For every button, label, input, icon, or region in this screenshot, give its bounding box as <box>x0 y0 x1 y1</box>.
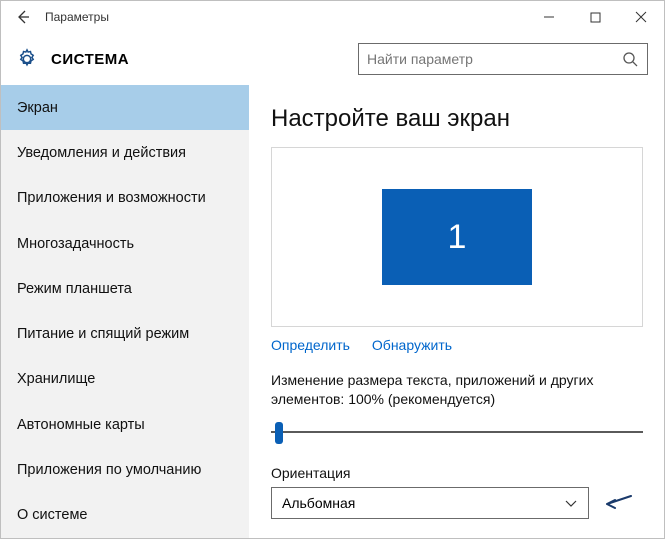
maximize-icon <box>590 12 601 23</box>
text-size-label: Изменение размера текста, приложений и д… <box>271 371 642 409</box>
sidebar-item-power-sleep[interactable]: Питание и спящий режим <box>1 311 249 356</box>
identify-link[interactable]: Определить <box>271 337 350 353</box>
sidebar-item-label: Экран <box>17 100 58 116</box>
search-input[interactable] <box>367 51 621 67</box>
close-button[interactable] <box>618 1 664 33</box>
sidebar-item-label: Уведомления и действия <box>17 145 186 161</box>
close-icon <box>635 11 647 23</box>
orientation-label: Ориентация <box>271 465 642 481</box>
sidebar-item-label: О системе <box>17 507 87 523</box>
back-button[interactable] <box>1 1 45 33</box>
title-bar: Параметры <box>1 1 664 33</box>
annotation-arrow-icon <box>601 492 633 514</box>
search-icon <box>621 50 639 68</box>
orientation-select[interactable]: Альбомная <box>271 487 589 519</box>
body: Экран Уведомления и действия Приложения … <box>1 85 664 538</box>
maximize-button[interactable] <box>572 1 618 33</box>
window-title: Параметры <box>45 10 526 24</box>
monitor-number: 1 <box>448 218 467 257</box>
settings-window: Параметры СИСТЕМА Экран Уведомления и де… <box>0 0 665 539</box>
text-size-slider[interactable] <box>271 421 643 445</box>
display-preview: 1 <box>271 147 643 327</box>
sidebar-item-offline-maps[interactable]: Автономные карты <box>1 402 249 447</box>
slider-thumb[interactable] <box>275 422 283 444</box>
sidebar-item-display[interactable]: Экран <box>1 85 249 130</box>
minimize-button[interactable] <box>526 1 572 33</box>
sidebar-item-apps-features[interactable]: Приложения и возможности <box>1 176 249 221</box>
back-arrow-icon <box>15 9 31 25</box>
monitor-tile[interactable]: 1 <box>382 189 532 285</box>
sidebar-item-about[interactable]: О системе <box>1 493 249 538</box>
header-bar: СИСТЕМА <box>1 33 664 85</box>
sidebar-item-label: Питание и спящий режим <box>17 326 189 342</box>
sidebar-item-multitasking[interactable]: Многозадачность <box>1 221 249 266</box>
orientation-value: Альбомная <box>282 495 564 511</box>
sidebar-item-label: Автономные карты <box>17 417 145 433</box>
sidebar-item-default-apps[interactable]: Приложения по умолчанию <box>1 447 249 492</box>
sidebar-item-label: Хранилище <box>17 371 95 387</box>
minimize-icon <box>543 11 555 23</box>
app-title: СИСТЕМА <box>51 51 129 68</box>
sidebar-item-tablet-mode[interactable]: Режим планшета <box>1 266 249 311</box>
sidebar-item-notifications[interactable]: Уведомления и действия <box>1 130 249 175</box>
search-box[interactable] <box>358 43 648 75</box>
content-area: Настройте ваш экран 1 Определить Обнаруж… <box>249 85 664 538</box>
detect-link[interactable]: Обнаружить <box>372 337 452 353</box>
chevron-down-icon <box>564 496 578 510</box>
gear-icon <box>13 45 41 73</box>
slider-track <box>271 431 643 433</box>
sidebar: Экран Уведомления и действия Приложения … <box>1 85 249 538</box>
display-links: Определить Обнаружить <box>271 337 642 353</box>
page-heading: Настройте ваш экран <box>271 105 642 133</box>
sidebar-item-label: Многозадачность <box>17 236 134 252</box>
sidebar-item-label: Режим планшета <box>17 281 132 297</box>
sidebar-item-label: Приложения и возможности <box>17 190 206 206</box>
sidebar-item-storage[interactable]: Хранилище <box>1 357 249 402</box>
sidebar-item-label: Приложения по умолчанию <box>17 462 201 478</box>
